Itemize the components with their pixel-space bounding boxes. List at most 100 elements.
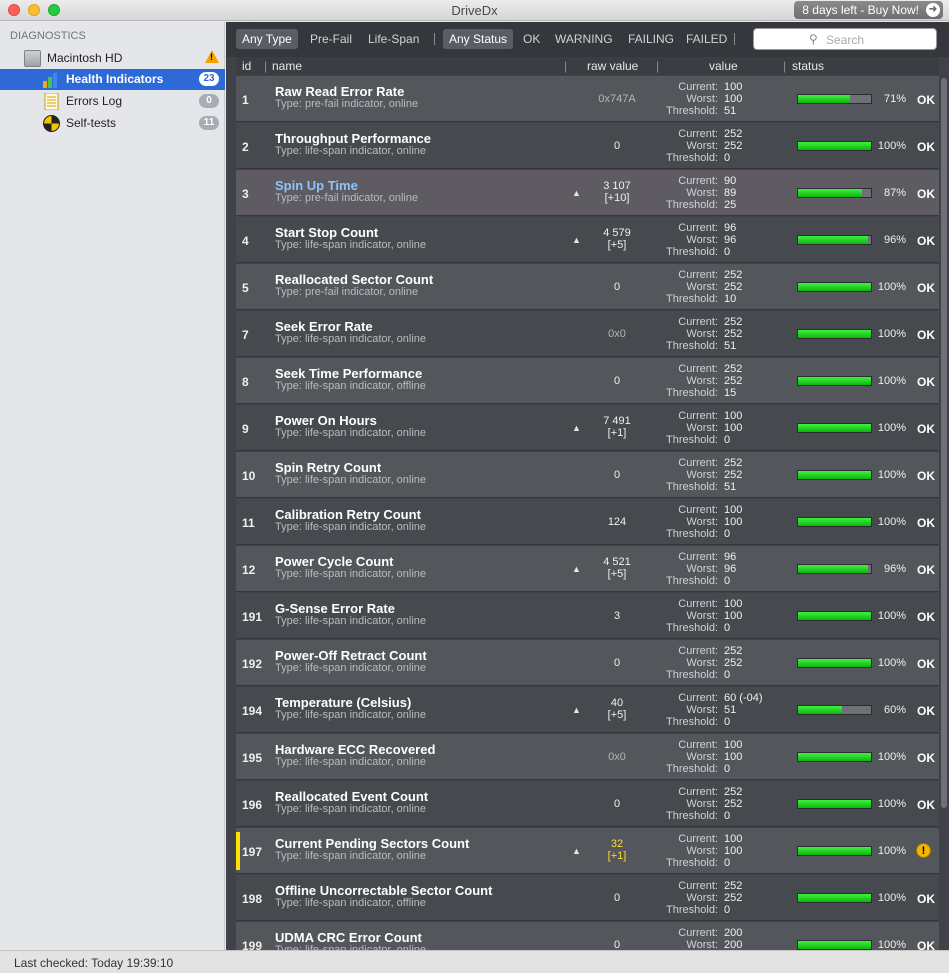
sidebar-item-macintosh-hd[interactable]: Macintosh HD !: [0, 48, 225, 69]
health-bar: [797, 705, 872, 715]
worst-label: Worst:: [686, 704, 718, 716]
worst-value: 200: [724, 939, 743, 950]
row-name: UDMA CRC Error Count: [275, 930, 422, 945]
table-row[interactable]: 9 Power On Hours Type: life-span indicator…: [236, 405, 939, 451]
threshold-value: 51: [724, 105, 737, 117]
column-name[interactable]: name: [272, 59, 302, 73]
row-name: Throughput Performance: [275, 131, 432, 146]
sidebar-item-self-tests[interactable]: Self-tests 11: [0, 113, 225, 134]
current-value: 96: [724, 222, 737, 234]
threshold-label: Threshold:: [666, 763, 718, 775]
raw-value: 0: [613, 892, 621, 904]
worst-label: Worst:: [686, 751, 718, 763]
health-bar-fill: [798, 518, 871, 526]
current-label: Current:: [678, 410, 718, 422]
row-id: 9: [242, 422, 249, 436]
sidebar-item-errors-log[interactable]: Errors Log 0: [0, 91, 225, 112]
search-input[interactable]: ⚲ Search: [753, 28, 937, 50]
table-row[interactable]: 199 UDMA CRC Error Count Type: life-span i…: [236, 922, 939, 950]
table-row[interactable]: 10 Spin Retry Count Type: life-span indica…: [236, 452, 939, 498]
buy-now-button[interactable]: 8 days left - Buy Now! ➜: [794, 1, 943, 19]
health-percent: 100%: [877, 892, 906, 904]
sidebar: DIAGNOSTICS Macintosh HD ! Health Indica…: [0, 22, 225, 950]
filter-any-status[interactable]: Any Status: [443, 29, 514, 49]
table-row[interactable]: 197 Current Pending Sectors Count Type: li…: [236, 828, 939, 874]
status-label: OK: [917, 563, 935, 577]
table-row[interactable]: 195 Hardware ECC Recovered Type: life-span…: [236, 734, 939, 780]
row-id: 192: [242, 657, 263, 671]
raw-value: 4 521 [+5]: [576, 556, 658, 580]
column-status[interactable]: status: [792, 59, 824, 73]
sidebar-item-label: Errors Log: [66, 94, 123, 108]
column-raw-value[interactable]: raw value: [587, 59, 638, 73]
row-name: Offline Uncorrectable Sector Count: [275, 883, 493, 898]
threshold-label: Threshold:: [666, 246, 718, 258]
threshold-value: 0: [724, 810, 731, 822]
health-bar: [797, 846, 872, 856]
row-type: Type: life-span indicator, online: [275, 803, 427, 815]
current-label: Current:: [678, 504, 718, 516]
raw-value-main: 4 579: [603, 227, 631, 239]
filter-any-type[interactable]: Any Type: [236, 29, 298, 49]
status-label: OK: [917, 328, 935, 342]
health-bar-fill: [798, 142, 871, 150]
table-row[interactable]: 5 Reallocated Sector Count Type: pre-fail …: [236, 264, 939, 310]
table-row[interactable]: 191 G-Sense Error Rate Type: life-span ind…: [236, 593, 939, 639]
worst-label: Worst:: [686, 563, 718, 575]
health-bar: [797, 752, 872, 762]
table-row[interactable]: 196 Reallocated Event Count Type: life-spa…: [236, 781, 939, 827]
raw-value-delta: [+1]: [607, 427, 627, 439]
sidebar-item-health-indicators[interactable]: Health Indicators 23: [0, 69, 225, 90]
worst-value: 252: [724, 798, 743, 810]
threshold-label: Threshold:: [666, 575, 718, 587]
search-placeholder: Search: [826, 33, 865, 47]
worst-label: Worst:: [686, 516, 718, 528]
filter-failed[interactable]: FAILED: [680, 29, 733, 49]
filter-failing[interactable]: FAILING: [622, 29, 680, 49]
search-icon: ⚲: [809, 32, 818, 46]
worst-label: Worst:: [686, 140, 718, 152]
filter-life-span[interactable]: Life-Span: [362, 29, 425, 49]
column-value[interactable]: value: [709, 59, 738, 73]
table-row[interactable]: 194 Temperature (Celsius) Type: life-span …: [236, 687, 939, 733]
row-name: Spin Retry Count: [275, 460, 382, 475]
title-bar: DriveDx 8 days left - Buy Now! ➜: [0, 0, 949, 21]
table-row[interactable]: 12 Power Cycle Count Type: life-span indic…: [236, 546, 939, 592]
table-row[interactable]: 4 Start Stop Count Type: life-span indicat…: [236, 217, 939, 263]
filter-warning[interactable]: WARNING: [549, 29, 619, 49]
table-row[interactable]: 2 Throughput Performance Type: life-span i…: [236, 123, 939, 169]
health-bar-fill: [798, 189, 862, 197]
raw-value: 3 107 [+10]: [576, 180, 658, 204]
threshold-value: 0: [724, 152, 731, 164]
health-bar-fill: [798, 377, 871, 385]
health-bar: [797, 94, 872, 104]
row-id: 197: [242, 845, 263, 859]
filter-ok[interactable]: OK: [517, 29, 546, 49]
health-bar: [797, 564, 872, 574]
table-row[interactable]: 198 Offline Uncorrectable Sector Count Typ…: [236, 875, 939, 921]
table-row[interactable]: 11 Calibration Retry Count Type: life-span…: [236, 499, 939, 545]
raw-value-main: 32: [610, 838, 624, 850]
table-row[interactable]: 192 Power-Off Retract Count Type: life-spa…: [236, 640, 939, 686]
filter-pre-fail[interactable]: Pre-Fail: [304, 29, 358, 49]
status-label: OK: [917, 375, 935, 389]
column-id[interactable]: id: [242, 59, 251, 73]
row-name: Current Pending Sectors Count: [275, 836, 470, 851]
raw-value: 0: [613, 798, 621, 810]
health-bar-fill: [798, 95, 850, 103]
raw-value: 0: [613, 281, 621, 293]
row-type: Type: life-span indicator, offline: [275, 380, 426, 392]
table-row[interactable]: 1 Raw Read Error Rate Type: pre-fail indic…: [236, 76, 939, 122]
status-label: OK: [917, 93, 935, 107]
current-value: 96: [724, 551, 737, 563]
current-value: 252: [724, 316, 743, 328]
worst-value: 252: [724, 657, 743, 669]
worst-value: 252: [724, 375, 743, 387]
table-row[interactable]: 7 Seek Error Rate Type: life-span indicato…: [236, 311, 939, 357]
table-row[interactable]: 3 Spin Up Time Type: pre-fail indicator, o…: [236, 170, 939, 216]
status-label: OK: [917, 469, 935, 483]
scrollbar[interactable]: [941, 78, 947, 808]
table-row[interactable]: 8 Seek Time Performance Type: life-span in…: [236, 358, 939, 404]
worst-value: 100: [724, 845, 743, 857]
status-label: OK: [917, 187, 935, 201]
